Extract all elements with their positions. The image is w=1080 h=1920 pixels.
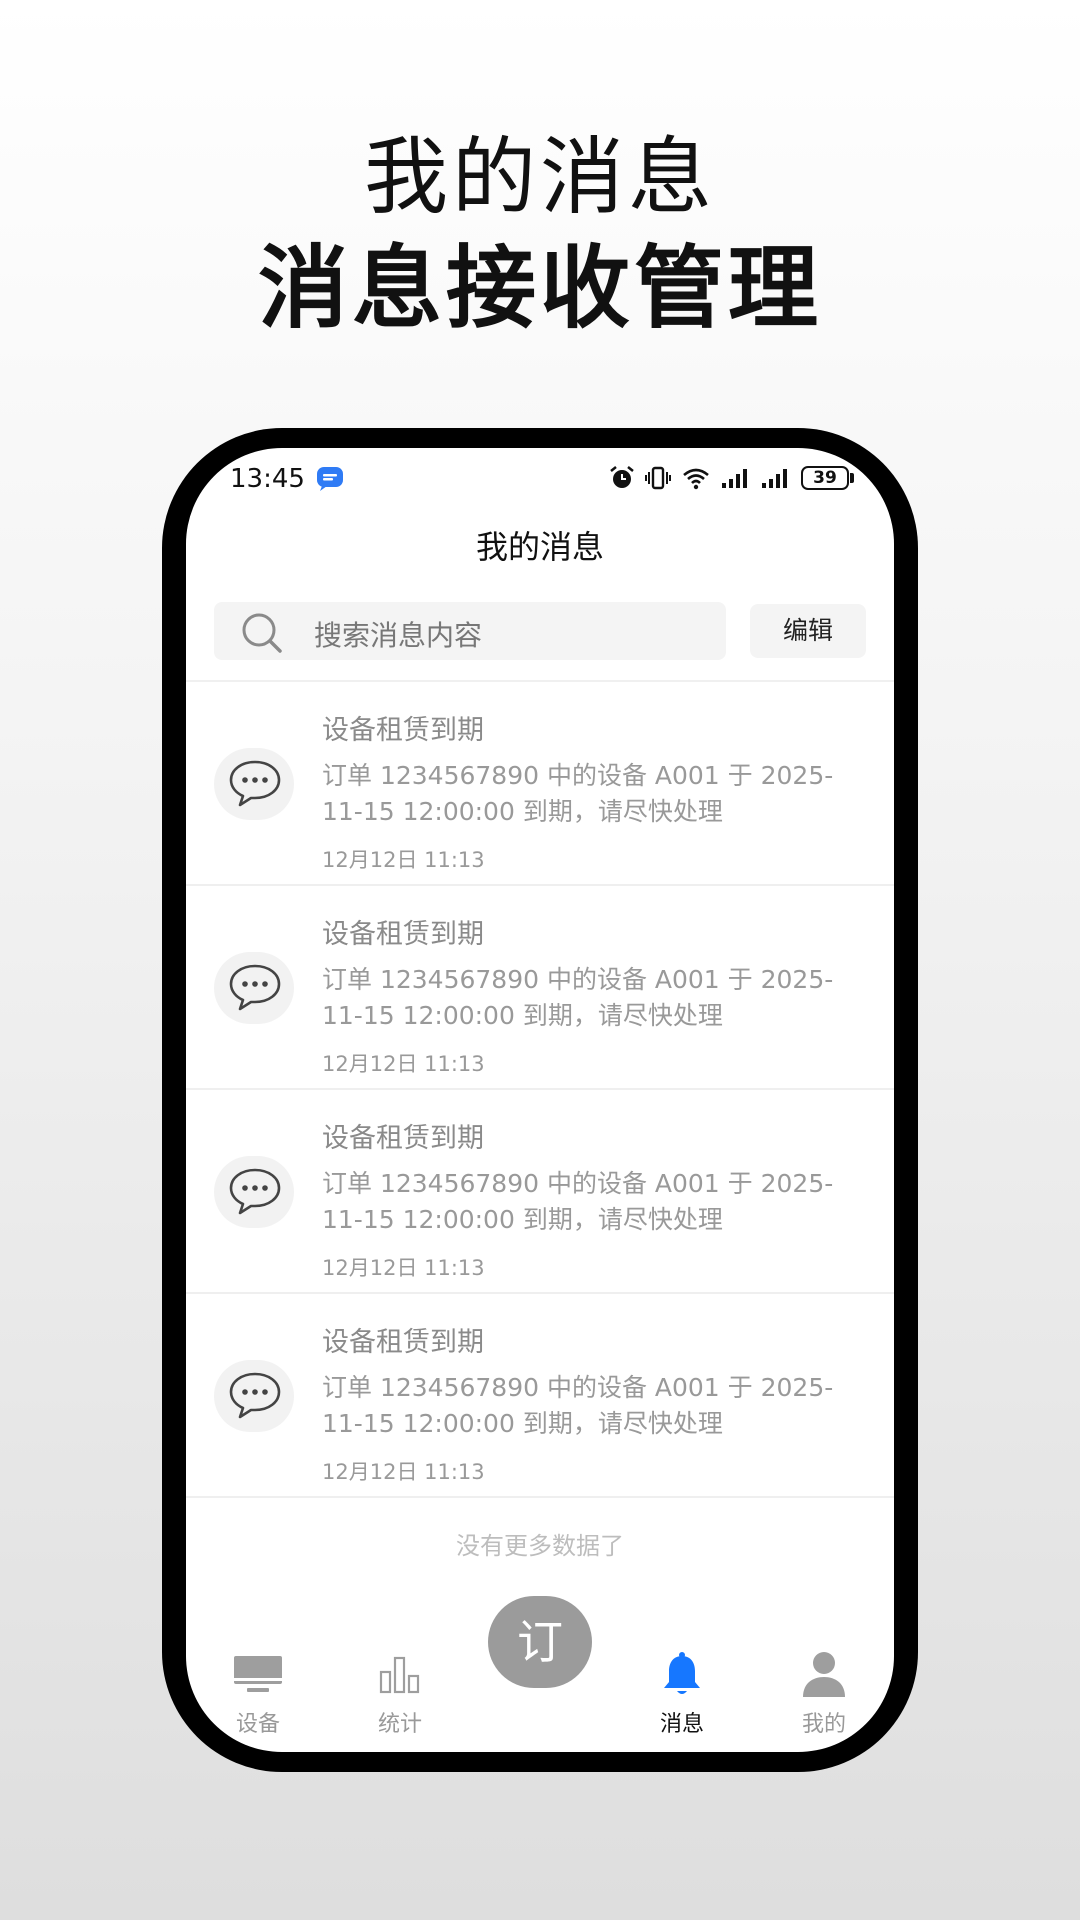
message-time: 12月12日 11:13 xyxy=(322,1052,485,1076)
message-time: 12月12日 11:13 xyxy=(322,848,485,872)
promo-subtitle: 消息接收管理 xyxy=(258,236,822,341)
search-icon xyxy=(240,611,284,655)
battery-icon: 39 xyxy=(801,466,854,490)
status-time: 13:45 xyxy=(230,464,305,494)
battery-level: 39 xyxy=(801,466,849,490)
search-input[interactable]: 搜索消息内容 xyxy=(214,602,726,660)
chat-bubble-icon xyxy=(214,1360,294,1432)
chat-bubble-icon xyxy=(316,466,344,492)
message-body: 订单 1234567890 中的设备 A001 于 2025-11-15 12:… xyxy=(322,965,834,1030)
message-title: 设备租赁到期 xyxy=(322,1123,484,1154)
chat-bubble-icon xyxy=(214,748,294,820)
phone-frame: 13:45 39 我的消息 搜索消息内容 编辑 设备租赁到期 订单 123456… xyxy=(162,428,918,1772)
bar-chart-icon xyxy=(375,1650,425,1698)
bell-icon xyxy=(657,1650,707,1698)
message-item[interactable]: 设备租赁到期 订单 1234567890 中的设备 A001 于 2025-11… xyxy=(186,1294,894,1498)
phone-screen: 13:45 39 我的消息 搜索消息内容 编辑 设备租赁到期 订单 123456… xyxy=(186,448,894,1752)
wifi-icon xyxy=(681,466,711,490)
chat-bubble-icon xyxy=(214,1156,294,1228)
message-body: 订单 1234567890 中的设备 A001 于 2025-11-15 12:… xyxy=(322,761,834,826)
message-body: 订单 1234567890 中的设备 A001 于 2025-11-15 12:… xyxy=(322,1169,834,1234)
list-end-text: 没有更多数据了 xyxy=(456,1532,624,1560)
message-time: 12月12日 11:13 xyxy=(322,1460,485,1484)
tab-label: 统计 xyxy=(377,1712,422,1737)
page-title: 我的消息 xyxy=(475,528,604,566)
search-placeholder: 搜索消息内容 xyxy=(314,619,483,652)
edit-button[interactable]: 编辑 xyxy=(750,604,866,658)
signal-icon xyxy=(721,467,751,489)
message-item[interactable]: 设备租赁到期 订单 1234567890 中的设备 A001 于 2025-11… xyxy=(186,682,894,886)
promo-title: 我的消息 xyxy=(363,128,716,226)
tab-label: 我的 xyxy=(801,1712,846,1737)
chat-bubble-icon xyxy=(214,952,294,1024)
vibrate-icon xyxy=(645,466,671,490)
status-bar: 13:45 39 xyxy=(186,448,894,508)
message-item[interactable]: 设备租赁到期 订单 1234567890 中的设备 A001 于 2025-11… xyxy=(186,1090,894,1294)
message-time: 12月12日 11:13 xyxy=(322,1256,485,1280)
monitor-icon xyxy=(233,1650,283,1698)
message-title: 设备租赁到期 xyxy=(322,715,484,746)
alarm-icon xyxy=(609,466,635,490)
tab-label: 设备 xyxy=(235,1712,280,1737)
message-title: 设备租赁到期 xyxy=(322,919,484,950)
user-icon xyxy=(799,1650,849,1698)
tab-label: 消息 xyxy=(659,1712,704,1737)
order-button[interactable]: 订 xyxy=(488,1596,592,1688)
tab-bar: 设备 统计 订 消息 我的 xyxy=(186,1596,894,1752)
message-item[interactable]: 设备租赁到期 订单 1234567890 中的设备 A001 于 2025-11… xyxy=(186,886,894,1090)
signal-icon xyxy=(761,467,791,489)
message-list: 设备租赁到期 订单 1234567890 中的设备 A001 于 2025-11… xyxy=(186,682,894,1498)
message-title: 设备租赁到期 xyxy=(322,1327,484,1358)
message-body: 订单 1234567890 中的设备 A001 于 2025-11-15 12:… xyxy=(322,1373,834,1438)
